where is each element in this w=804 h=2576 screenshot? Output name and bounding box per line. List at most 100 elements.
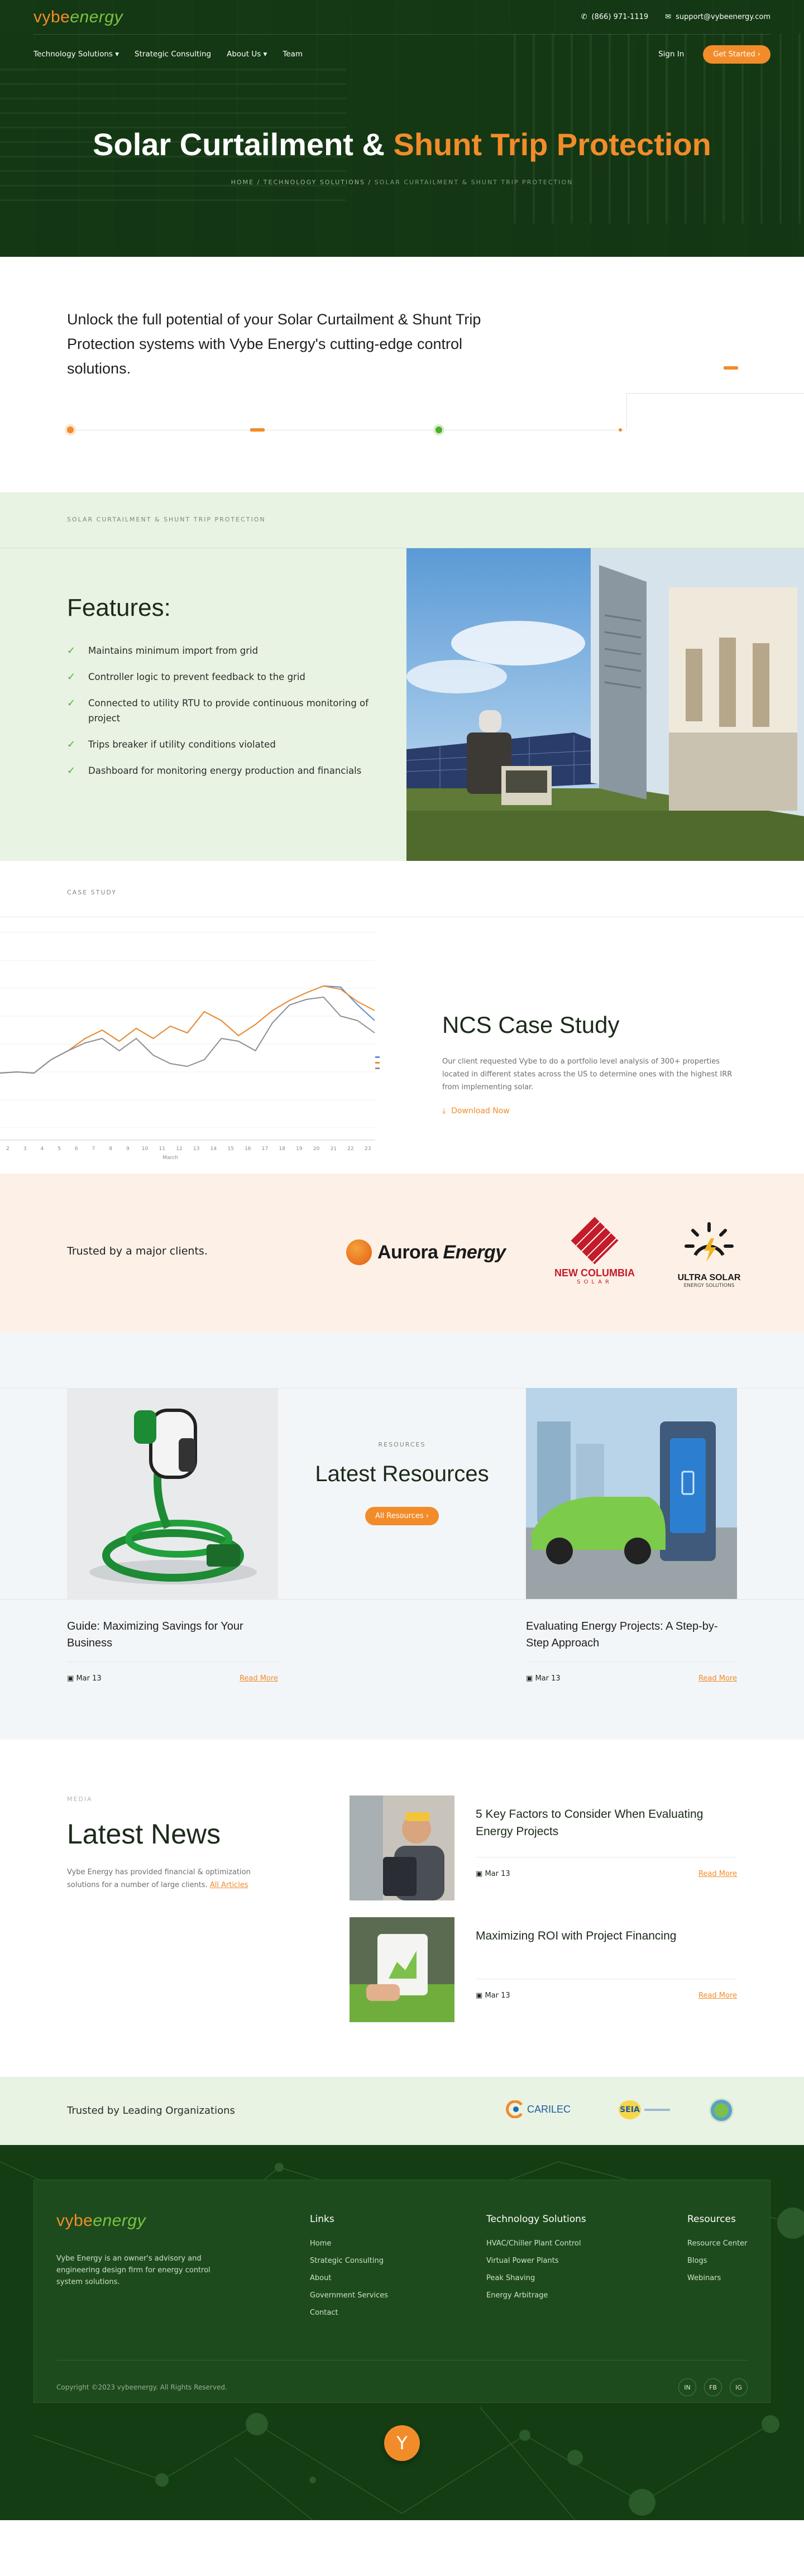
footer-link[interactable]: Webinars [687,2274,748,2282]
clients-label: Trusted by a major clients. [67,1245,208,1257]
footer-link[interactable]: Home [310,2239,388,2248]
read-more-link[interactable]: Read More [698,1674,737,1683]
breadcrumb-current: SOLAR CURTAILMENT & SHUNT TRIP PROTECTIO… [374,179,573,186]
news-headline[interactable]: 5 Key Factors to Consider When Evaluatin… [476,1806,737,1840]
case-study-title: NCS Case Study [442,1012,620,1038]
footer-link[interactable]: About [310,2274,388,2282]
news-item: 5 Key Factors to Consider When Evaluatin… [350,1795,737,1900]
read-more-link[interactable]: Read More [698,1991,737,2000]
series-line [0,996,375,1074]
resource-card: Evaluating Energy Projects: A Step-by-St… [526,1618,737,1683]
nav-about-us[interactable]: About Us ▾ [227,50,267,59]
phone-icon: ✆ [581,13,587,21]
news-title: Latest News [67,1818,221,1850]
tick-label: 4 [41,1146,44,1152]
series-line [0,985,375,1074]
arrow-right-icon: › [757,50,760,59]
aurora-energy-logo: Aurora Energy [346,1239,506,1265]
tick-label: 19 [296,1146,303,1152]
news-thumbnail[interactable] [350,1795,454,1900]
footer-logo[interactable]: vybeenergy [56,2211,146,2230]
axis-label: March [162,1155,178,1161]
ev-charger-photo[interactable] [67,1388,278,1599]
tick-label: 6 [75,1146,78,1152]
news-section: MEDIA Latest News Vybe Energy has provid… [0,1740,804,2077]
all-articles-link[interactable]: All Articles [210,1881,248,1889]
features-section: Features: ✓ Maintains minimum import from… [0,548,804,861]
footer-link[interactable]: Blogs [687,2257,748,2265]
download-link[interactable]: ⤓ Download Now [442,1107,510,1115]
tick-label: 3 [23,1146,27,1152]
divider [0,1599,804,1600]
signin-link[interactable]: Sign In [658,50,684,59]
hero: vybeenergy ✆ (866) 971-1119 ✉ support@vybe… [0,0,804,257]
check-icon: ✓ [67,645,76,657]
resource-title[interactable]: Guide: Maximizing Savings for Your Busin… [67,1618,278,1656]
date: ▣ Mar 13 [476,1870,510,1878]
tick-label: 14 [210,1146,217,1152]
case-study-section: CASE STUDY 2 3 4 5 6 7 8 9 10 11 12 13 14 15 16 17 18 19 2… [0,861,804,1174]
tick-label: 13 [193,1146,199,1152]
section-label: CASE STUDY [67,889,117,896]
intro-text: Unlock the full potential of your Solar … [67,311,481,377]
download-icon: ⤓ [442,1107,446,1115]
nav-strategic-consulting[interactable]: Strategic Consulting [135,50,211,59]
breadcrumb-home[interactable]: HOME [231,179,254,186]
mail-icon: ✉ [665,13,672,21]
legend-swatch [375,1056,380,1058]
seal-logo [709,2098,734,2123]
nav-technology-solutions[interactable]: Technology Solutions ▾ [34,50,119,59]
footer-link[interactable]: Strategic Consulting [310,2257,388,2265]
tick-label: 20 [313,1146,320,1152]
date: ▣ Mar 13 [476,1991,510,2000]
date: ▣ Mar 13 [67,1674,102,1683]
nav-team[interactable]: Team [283,50,303,59]
footer-link[interactable]: HVAC/Chiller Plant Control [486,2239,586,2248]
calendar-icon: ▣ [67,1674,74,1683]
footer-description: Vybe Energy is an owner's advisory and e… [56,2254,210,2286]
footer-link[interactable]: Peak Shaving [486,2274,586,2282]
ev-car-photo[interactable] [526,1388,737,1599]
tick-label: 12 [176,1146,182,1152]
linkedin-icon[interactable]: IN [678,2378,696,2396]
list-item: ✓ Trips breaker if utility conditions vio… [67,737,380,752]
email-link[interactable]: ✉ support@vybeenergy.com [665,13,770,21]
get-started-button[interactable]: Get Started › [703,45,770,64]
footer-link[interactable]: Virtual Power Plants [486,2257,586,2265]
phone-link[interactable]: ✆ (866) 971-1119 [581,13,649,21]
resources-title: Latest Resources [315,1462,489,1486]
features-list: ✓ Maintains minimum import from grid ✓ Con… [67,643,380,789]
read-more-link[interactable]: Read More [240,1674,278,1683]
news-thumbnail[interactable] [350,1917,454,2022]
check-icon: ✓ [67,739,76,750]
series-line [0,985,375,1074]
footer-link[interactable]: Contact [310,2309,388,2317]
case-study-chart: 2 3 4 5 6 7 8 9 10 11 12 13 14 15 16 17 18 19 20 21 22 23Marc… [0,932,380,1161]
vybe-y-icon: Y [396,2433,408,2454]
footer-link[interactable]: Energy Arbitrage [486,2291,586,2300]
chevron-down-icon: ▾ [263,50,267,59]
trusted-orgs-section: Trusted by Leading Organizations CARILEC… [0,2077,804,2145]
footer-link[interactable]: Government Services [310,2291,388,2300]
check-icon: ✓ [67,697,76,709]
resource-title[interactable]: Evaluating Energy Projects: A Step-by-St… [526,1618,737,1656]
resources-intro: RESOURCES Latest Resources All Resources… [290,1441,514,1525]
vybe-emblem-button[interactable]: Y [384,2425,420,2461]
breadcrumb: HOME / TECHNOLOGY SOLUTIONS / SOLAR CURT… [231,179,573,186]
all-resources-button[interactable]: All Resources › [365,1507,439,1525]
case-study-text: Our client requested Vybe to do a portfo… [442,1057,733,1091]
facebook-icon[interactable]: FB [704,2378,722,2396]
read-more-link[interactable]: Read More [698,1870,737,1878]
footer: vybeenergy Vybe Energy is an owner's adv… [0,2145,804,2520]
news-headline[interactable]: Maximizing ROI with Project Financing [476,1927,737,1945]
main-nav: Technology Solutions ▾ Strategic Consult… [34,35,770,74]
arrow-right-icon: › [425,1512,429,1520]
logo[interactable]: vybeenergy [34,8,123,27]
footer-link[interactable]: Resource Center [687,2239,748,2248]
breadcrumb-technology[interactable]: TECHNOLOGY SOLUTIONS [264,179,365,186]
footer-resources-col: Resources Resource Center Blogs Webinars [687,2214,748,2282]
footer-tech-col: Technology Solutions HVAC/Chiller Plant … [486,2214,586,2300]
instagram-icon[interactable]: IG [730,2378,748,2396]
timeline-line [626,393,627,430]
section-label: RESOURCES [378,1441,426,1448]
